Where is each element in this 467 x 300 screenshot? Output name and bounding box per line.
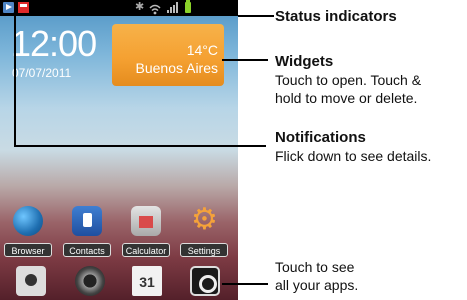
- all-apps-icon[interactable]: [190, 266, 220, 296]
- weather-temperature: 14°C: [186, 42, 218, 58]
- app-label: Browser: [4, 243, 52, 257]
- camera-icon[interactable]: [16, 266, 46, 296]
- status-callout-line: [238, 15, 274, 17]
- clock-date: 07/07/2011: [12, 66, 72, 80]
- play-notification-icon[interactable]: [3, 2, 14, 13]
- dock: 31: [0, 262, 238, 300]
- bluetooth-icon: ✱: [135, 1, 145, 13]
- status-callout-title: Status indicators: [275, 8, 397, 25]
- widgets-callout-line1: Touch to open. Touch &: [275, 72, 422, 88]
- app-calculator[interactable]: Calculator: [122, 206, 170, 260]
- apps-callout-line1: Touch to see: [275, 259, 355, 275]
- notifications-callout-line: [14, 145, 266, 147]
- app-shortcuts-row: Browser Contacts Calculator Settings: [0, 202, 238, 260]
- notifications-callout-line1: Flick down to see details.: [275, 148, 432, 164]
- widgets-callout-line: [222, 59, 268, 61]
- clock-time: 12:00: [11, 23, 97, 64]
- flag-notification-icon[interactable]: [18, 2, 29, 13]
- widgets-callout-line2: hold to move or delete.: [275, 90, 418, 106]
- wifi-icon: [149, 2, 161, 15]
- weather-panel[interactable]: 14°C Buenos Aires: [112, 24, 224, 86]
- calendar-day: 31: [139, 274, 155, 290]
- apps-callout: Touch to see all your apps.: [275, 258, 358, 294]
- calculator-icon: [131, 206, 161, 236]
- widgets-callout-title: Widgets: [275, 53, 334, 70]
- battery-icon: [185, 0, 191, 13]
- app-label: Calculator: [122, 243, 170, 257]
- app-contacts[interactable]: Contacts: [63, 206, 111, 260]
- gear-icon: [189, 202, 219, 237]
- apps-callout-line2: all your apps.: [275, 277, 359, 293]
- app-settings[interactable]: Settings: [180, 202, 228, 260]
- app-browser[interactable]: Browser: [4, 206, 52, 260]
- notifications-callout-line-vertical: [14, 16, 16, 146]
- signal-icon: [167, 2, 179, 13]
- notifications-callout: Notifications Flick down to see details.: [275, 128, 431, 165]
- recorder-icon[interactable]: [75, 266, 105, 296]
- apps-callout-line: [222, 283, 268, 285]
- widgets-callout: Widgets Touch to open. Touch & hold to m…: [275, 52, 421, 107]
- app-label: Contacts: [63, 243, 111, 257]
- status-callout: Status indicators: [275, 7, 397, 26]
- app-label: Settings: [180, 243, 228, 257]
- status-bar[interactable]: ✱: [0, 0, 238, 16]
- weather-city: Buenos Aires: [135, 60, 219, 76]
- phone-screen: ✱ 12:00 07/07/2011 14°C Buenos Aires Bro…: [0, 0, 238, 300]
- calendar-icon[interactable]: 31: [132, 266, 162, 296]
- contacts-icon: [72, 206, 102, 236]
- globe-icon: [13, 206, 43, 236]
- clock-weather-widget[interactable]: 12:00 07/07/2011 14°C Buenos Aires: [8, 22, 228, 90]
- notifications-callout-title: Notifications: [275, 129, 366, 146]
